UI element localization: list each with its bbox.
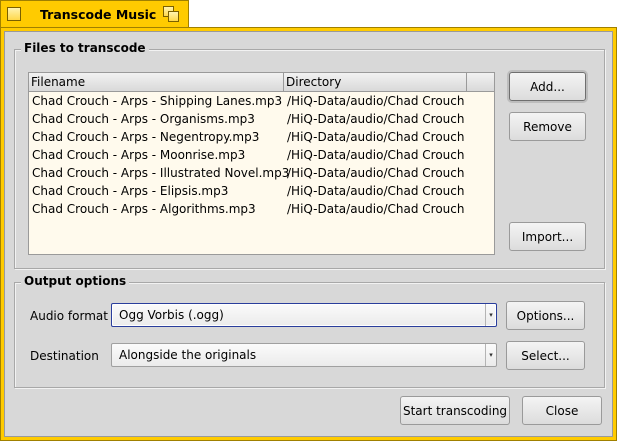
filename-cell: Chad Crouch - Arps - Shipping Lanes.mp3: [32, 94, 283, 108]
column-header-directory[interactable]: Directory: [284, 73, 467, 92]
remove-button[interactable]: Remove: [509, 112, 586, 141]
filename-cell: Chad Crouch - Arps - Moonrise.mp3: [32, 148, 246, 162]
list-item[interactable]: Chad Crouch - Arps - Illustrated Novel.m…: [29, 164, 494, 182]
column-header-filename[interactable]: Filename: [29, 73, 284, 92]
close-window-icon[interactable]: [7, 7, 21, 21]
window-tab[interactable]: Transcode Music: [0, 0, 189, 28]
dropdown-arrow-icon: ▾: [485, 344, 496, 366]
output-group-label: Output options: [21, 274, 130, 288]
directory-cell: /HiQ-Data/audio/Chad Crouch: [287, 112, 465, 126]
close-button[interactable]: Close: [522, 396, 602, 425]
filename-cell: Chad Crouch - Arps - Organisms.mp3: [32, 112, 255, 126]
file-list[interactable]: Filename Directory Chad Crouch - Arps - …: [28, 72, 495, 255]
import-button[interactable]: Import...: [509, 222, 586, 251]
list-item[interactable]: Chad Crouch - Arps - Shipping Lanes.mp3 …: [29, 92, 494, 110]
directory-cell: /HiQ-Data/audio/Chad Crouch: [287, 148, 465, 162]
audio-format-menu[interactable]: Ogg Vorbis (.ogg) ▾: [111, 303, 497, 327]
files-group-label: Files to transcode: [21, 41, 149, 55]
audio-format-label: Audio format: [30, 309, 108, 323]
destination-value: Alongside the originals: [119, 348, 257, 362]
dropdown-arrow-icon: ▾: [485, 304, 496, 326]
list-item[interactable]: Chad Crouch - Arps - Negentropy.mp3 /HiQ…: [29, 128, 494, 146]
options-button[interactable]: Options...: [506, 301, 585, 330]
select-button[interactable]: Select...: [506, 341, 585, 370]
directory-cell: /HiQ-Data/audio/Chad Crouch: [287, 184, 465, 198]
output-group: Output options Audio format Ogg Vorbis (…: [14, 274, 605, 388]
directory-cell: /HiQ-Data/audio/Chad Crouch: [287, 202, 465, 216]
list-item[interactable]: Chad Crouch - Arps - Elipsis.mp3 /HiQ-Da…: [29, 182, 494, 200]
file-list-header: Filename Directory: [29, 73, 494, 92]
zoom-window-icon[interactable]: [163, 6, 180, 22]
list-item[interactable]: Chad Crouch - Arps - Algorithms.mp3 /HiQ…: [29, 200, 494, 218]
filename-cell: Chad Crouch - Arps - Illustrated Novel.m…: [32, 166, 290, 180]
start-transcoding-button[interactable]: Start transcoding: [400, 396, 510, 425]
directory-cell: /HiQ-Data/audio/Chad Crouch: [287, 130, 465, 144]
filename-cell: Chad Crouch - Arps - Negentropy.mp3: [32, 130, 260, 144]
file-list-rows: Chad Crouch - Arps - Shipping Lanes.mp3 …: [29, 92, 494, 218]
filename-cell: Chad Crouch - Arps - Algorithms.mp3: [32, 202, 256, 216]
window-content: Files to transcode Filename Directory Ch…: [4, 31, 613, 437]
add-button[interactable]: Add...: [509, 72, 586, 101]
directory-cell: /HiQ-Data/audio/Chad Crouch: [287, 94, 465, 108]
destination-label: Destination: [30, 349, 99, 363]
list-item[interactable]: Chad Crouch - Arps - Moonrise.mp3 /HiQ-D…: [29, 146, 494, 164]
audio-format-value: Ogg Vorbis (.ogg): [119, 308, 224, 322]
destination-menu[interactable]: Alongside the originals ▾: [111, 343, 497, 367]
window-frame: Files to transcode Filename Directory Ch…: [0, 27, 617, 441]
files-group: Files to transcode Filename Directory Ch…: [14, 41, 605, 269]
directory-cell: /HiQ-Data/audio/Chad Crouch: [287, 166, 465, 180]
window-title: Transcode Music: [40, 7, 157, 22]
filename-cell: Chad Crouch - Arps - Elipsis.mp3: [32, 184, 229, 198]
list-item[interactable]: Chad Crouch - Arps - Organisms.mp3 /HiQ-…: [29, 110, 494, 128]
